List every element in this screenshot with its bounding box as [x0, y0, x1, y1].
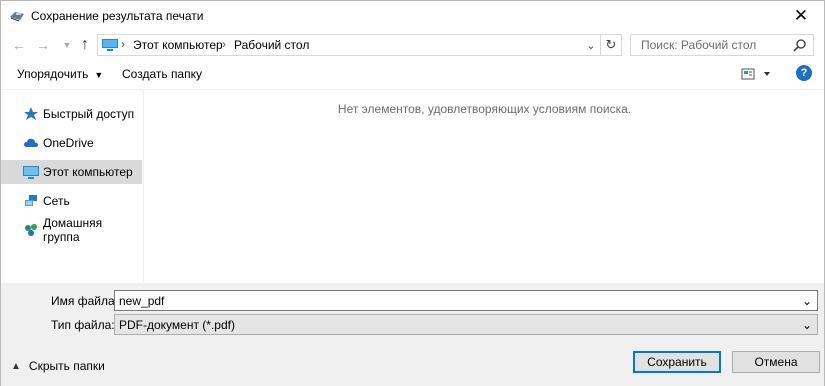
- filename-label: Имя файла:: [51, 294, 118, 308]
- cloud-icon: [23, 135, 39, 151]
- printer-app-icon: [10, 12, 24, 22]
- address-dropdown-button[interactable]: ⌄: [583, 36, 599, 54]
- sidebar-item-network[interactable]: Сеть: [1, 189, 142, 213]
- filename-combobox[interactable]: ⌄: [114, 290, 818, 311]
- cancel-label: Отмена: [754, 355, 798, 369]
- refresh-icon: ↻: [605, 37, 617, 52]
- caret-down-icon: ▼: [94, 70, 104, 80]
- view-options-button[interactable]: [741, 67, 775, 81]
- empty-state-message: Нет элементов, удовлетворяющих условиям …: [337, 102, 632, 116]
- arrow-up-icon: ↑: [81, 36, 89, 53]
- recent-locations-button[interactable]: ▼: [57, 35, 77, 55]
- breadcrumb-desktop[interactable]: Рабочий стол: [234, 38, 309, 52]
- new-folder-label: Создать папку: [122, 67, 202, 81]
- search-input[interactable]: [631, 35, 791, 55]
- filename-input[interactable]: [115, 291, 795, 310]
- sidebar-item-label: Домашняя группа: [43, 216, 103, 244]
- computer-icon: [23, 164, 39, 180]
- network-icon: [23, 193, 39, 209]
- up-button[interactable]: ↑: [75, 35, 95, 55]
- hide-folders-button[interactable]: ▲ Скрыть папки: [11, 359, 105, 373]
- filetype-select[interactable]: PDF-документ (*.pdf) ⌄: [114, 314, 818, 335]
- cancel-button[interactable]: Отмена: [732, 351, 820, 373]
- breadcrumb-separator-icon: ›: [121, 37, 125, 51]
- search-icon: [793, 39, 806, 52]
- sidebar-item-quick-access[interactable]: Быстрый доступ: [1, 102, 142, 126]
- chevron-down-icon: ⌄: [586, 39, 596, 52]
- breadcrumb-this-pc[interactable]: Этот компьютер: [133, 38, 223, 52]
- chevron-down-icon: ⌄: [801, 317, 813, 332]
- filetype-value: PDF-документ (*.pdf): [119, 318, 235, 332]
- filetype-dropdown-button[interactable]: ⌄: [799, 316, 815, 333]
- sidebar-item-label: Этот компьютер: [43, 165, 133, 179]
- breadcrumb-separator-icon: ›: [222, 37, 226, 51]
- sidebar-item-label: Сеть: [43, 194, 70, 208]
- refresh-button[interactable]: ↻: [600, 35, 621, 55]
- chevron-down-icon: ▼: [62, 40, 72, 50]
- filename-dropdown-button[interactable]: ⌄: [799, 292, 815, 309]
- content-area: Быстрый доступ OneDrive Этот компьютер С…: [1, 89, 824, 282]
- chevron-down-icon: ⌄: [801, 293, 813, 308]
- star-icon: [23, 106, 39, 122]
- caret-up-icon: ▲: [11, 360, 21, 372]
- command-bar: Упорядочить ▼ Создать папку ?: [1, 61, 824, 87]
- title-bar: Сохранение результата печати ✕: [1, 1, 824, 31]
- organize-menu-button[interactable]: Упорядочить ▼: [17, 67, 103, 81]
- sidebar-item-this-pc[interactable]: Этот компьютер: [1, 160, 142, 184]
- arrow-left-icon: ←: [12, 37, 26, 53]
- file-list[interactable]: Нет элементов, удовлетворяющих условиям …: [145, 90, 824, 282]
- sidebar-item-homegroup[interactable]: Домашняя группа: [1, 216, 142, 244]
- back-button[interactable]: ←: [9, 35, 29, 55]
- forward-button[interactable]: →: [33, 35, 53, 55]
- save-button[interactable]: Сохранить: [633, 351, 721, 373]
- navigation-pane: Быстрый доступ OneDrive Этот компьютер С…: [1, 90, 144, 282]
- window-title: Сохранение результата печати: [31, 9, 204, 23]
- help-button[interactable]: ?: [796, 65, 812, 81]
- sidebar-item-label: Быстрый доступ: [43, 107, 135, 121]
- save-dialog: Сохранение результата печати ✕ ← → ▼ ↑ ›…: [0, 0, 825, 386]
- help-icon: ?: [800, 67, 808, 79]
- arrow-right-icon: →: [36, 37, 50, 53]
- new-folder-button[interactable]: Создать папку: [122, 67, 202, 81]
- address-bar[interactable]: › Этот компьютер › Рабочий стол ⌄ ↻: [97, 34, 622, 56]
- save-label: Сохранить: [647, 355, 707, 369]
- computer-icon: [102, 39, 118, 51]
- save-options-panel: Имя файла: ⌄ Тип файла: PDF-документ (*.…: [1, 283, 824, 386]
- organize-label: Упорядочить: [17, 67, 89, 81]
- sidebar-item-onedrive[interactable]: OneDrive: [1, 131, 142, 155]
- hide-folders-label: Скрыть папки: [28, 359, 105, 373]
- search-box[interactable]: [630, 34, 814, 56]
- filetype-label: Тип файла:: [51, 318, 115, 332]
- navigation-bar: ← → ▼ ↑ › Этот компьютер › Рабочий стол …: [1, 31, 824, 59]
- homegroup-icon: [23, 222, 39, 238]
- close-button[interactable]: ✕: [778, 1, 824, 31]
- close-icon: ✕: [793, 6, 809, 25]
- sidebar-item-label: OneDrive: [43, 136, 94, 150]
